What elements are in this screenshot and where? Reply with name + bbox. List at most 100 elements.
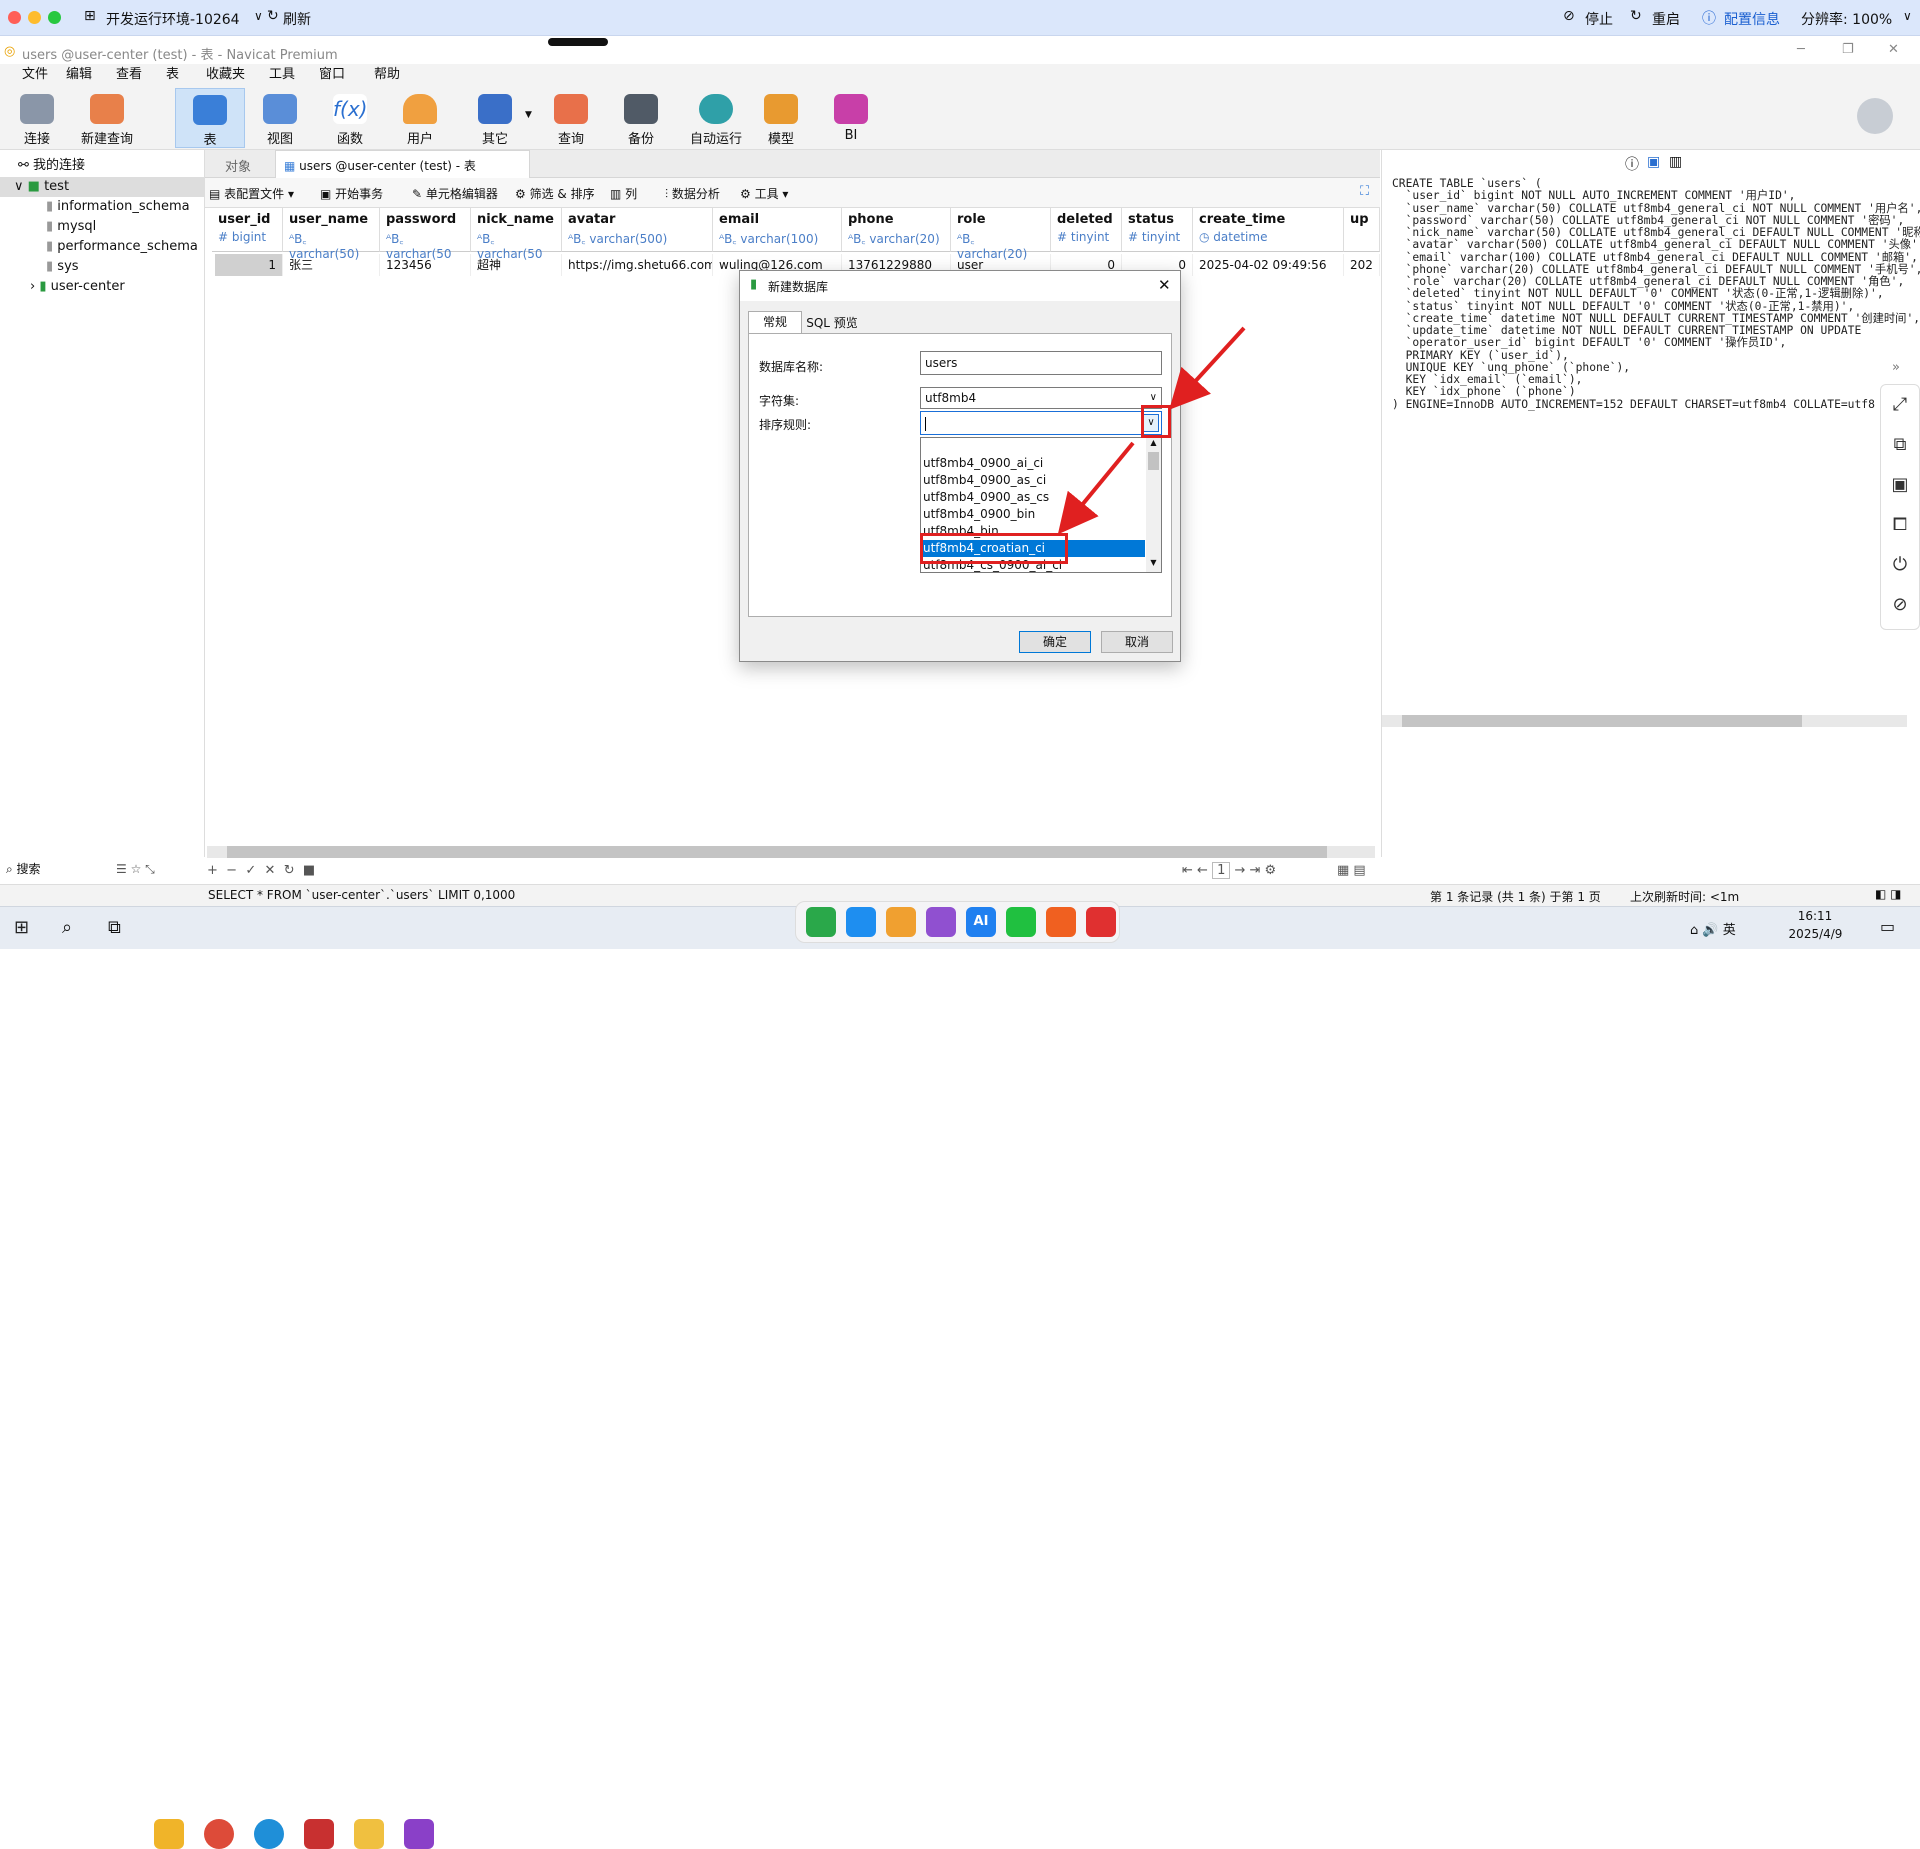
column-header[interactable]: nick_name ᴬB꜀ varchar(50 [471, 208, 562, 261]
hide-icon[interactable]: ⊘ [1882, 587, 1918, 623]
grid-view-icon[interactable]: ▦ ▤ [1337, 860, 1366, 882]
discard-icon[interactable]: ✕ [265, 863, 276, 878]
menu-tools[interactable]: 工具 [269, 64, 295, 86]
info-icon[interactable]: ⓘ [1702, 8, 1716, 28]
charset-select[interactable]: utf8mb4 ∨ [920, 387, 1162, 409]
chevron-down-icon[interactable]: ∨ [254, 9, 263, 23]
column-header[interactable]: phone ᴬB꜀ varchar(20) [842, 208, 951, 252]
tab-objects[interactable]: 对象 [225, 156, 251, 175]
minimize-dot[interactable] [28, 11, 41, 24]
collation-option[interactable]: utf8mb4_0900_ai_ci [921, 455, 1145, 472]
maximize-dot[interactable] [48, 11, 61, 24]
minimize-icon[interactable]: ─ [1797, 42, 1805, 57]
info-icon[interactable]: ⓘ [1625, 154, 1639, 174]
task-view-icon[interactable]: ⧉ [108, 917, 121, 938]
filter-sort-button[interactable]: ⚙ 筛选 & 排序 [515, 185, 595, 202]
power-icon[interactable] [1086, 907, 1116, 937]
close-icon[interactable]: ✕ [1888, 42, 1899, 57]
dropdown-arrow-icon[interactable]: ▼ [525, 110, 532, 120]
tree-item-mysql[interactable]: ▮ mysql [0, 217, 205, 237]
apply-icon[interactable]: ✓ [245, 863, 256, 878]
dock-app-icon[interactable] [846, 907, 876, 937]
expand-icon[interactable]: ⛶ [1360, 184, 1369, 199]
chrome-icon[interactable] [204, 1819, 234, 1849]
column-header[interactable]: password ᴬB꜀ varchar(50 [380, 208, 471, 261]
tree-item-sys[interactable]: ▮ sys [0, 257, 205, 277]
backup-button[interactable]: 备份 [606, 88, 676, 148]
dock-app-icon[interactable] [806, 907, 836, 937]
close-dot[interactable] [8, 11, 21, 24]
filter-icon[interactable]: ☰ ☆ ⤡ [116, 858, 155, 880]
other-button[interactable]: 其它 [460, 88, 530, 148]
delete-row-icon[interactable]: − [226, 863, 237, 878]
tree-item-information-schema[interactable]: ▮ information_schema [0, 197, 205, 217]
cell-editor-button[interactable]: ✎ 单元格编辑器 [412, 185, 498, 202]
refresh-icon[interactable]: ↻ [284, 863, 295, 878]
restore-icon[interactable]: ❐ [1842, 42, 1854, 57]
tools-menu-button[interactable]: ⚙ 工具 ▾ [740, 185, 788, 202]
tree-item-user-center[interactable]: › ▮ user-center [0, 277, 205, 297]
copy-icon[interactable]: ⧠ [1882, 507, 1918, 543]
cancel-button[interactable]: 取消 [1101, 631, 1173, 653]
restart-icon[interactable]: ↻ [1630, 8, 1642, 24]
column-header[interactable]: create_time ◷ datetime [1193, 208, 1344, 252]
ok-button[interactable]: 确定 [1019, 631, 1091, 653]
search-icon[interactable]: ⌕ [62, 917, 72, 938]
collation-combobox[interactable]: ∨ [920, 411, 1162, 435]
scroll-up-icon[interactable]: ▲ [1146, 438, 1161, 452]
columns-button[interactable]: ▥ 列 [610, 185, 637, 202]
column-header[interactable]: deleted # tinyint [1051, 208, 1122, 252]
scrollbar-thumb[interactable] [1148, 452, 1159, 470]
chevron-down-icon[interactable]: ∨ [1903, 9, 1912, 23]
panel-icon[interactable]: ▣ [1882, 467, 1918, 503]
close-icon[interactable]: ✕ [1158, 276, 1171, 294]
collation-option[interactable]: utf8mb4_0900_as_cs [921, 489, 1145, 506]
column-header[interactable]: user_id # bigint [212, 208, 283, 252]
model-button[interactable]: 模型 [746, 88, 816, 148]
data-analysis-button[interactable]: ⫶ 数据分析 [665, 185, 720, 202]
cell[interactable]: https://img.shetu66.com [562, 254, 713, 276]
fullscreen-icon[interactable]: ⤢ [1882, 387, 1918, 423]
ddl-icon[interactable]: ▣ [1647, 154, 1660, 170]
view-button[interactable]: 视图 [245, 88, 315, 148]
env-selector[interactable]: 开发运行环境-10264 [106, 9, 240, 29]
column-header[interactable]: email ᴬB꜀ varchar(100) [713, 208, 842, 252]
tray-icons[interactable]: ⌂ 🔊 英 [1690, 919, 1736, 938]
resolution-select[interactable]: 分辨率: 100% [1801, 9, 1892, 29]
column-header[interactable]: up [1344, 208, 1380, 252]
chat-icon[interactable] [1006, 907, 1036, 937]
cell[interactable]: 张三 [283, 254, 380, 276]
navicat-icon[interactable] [354, 1819, 384, 1849]
tab-sql-preview[interactable]: SQL 预览 [802, 313, 862, 333]
begin-transaction-button[interactable]: ▣ 开始事务 [320, 185, 383, 202]
restart-button[interactable]: 重启 [1652, 9, 1680, 29]
tree-item-test[interactable]: ∨ ■ test [0, 177, 205, 197]
refresh-icon[interactable]: ↻ [267, 8, 279, 24]
dock-app-icon[interactable] [886, 907, 916, 937]
stop-icon[interactable]: ⊘ [1563, 8, 1575, 24]
menu-table[interactable]: 表 [166, 64, 179, 86]
cell[interactable]: 1 [215, 254, 283, 276]
horizontal-scrollbar[interactable] [1382, 715, 1907, 727]
tab-users-table[interactable]: ▦ users @user-center (test) - 表 [275, 150, 530, 178]
stop-button[interactable]: 停止 [1585, 9, 1613, 29]
automation-button[interactable]: 自动运行 [676, 88, 756, 148]
config-button[interactable]: 配置信息 [1724, 9, 1780, 29]
split-icon[interactable]: ⧉ [1882, 427, 1918, 463]
avatar[interactable] [1857, 98, 1893, 134]
table-profile-button[interactable]: ▤ 表配置文件 ▾ [209, 185, 294, 202]
app-icon[interactable] [304, 1819, 334, 1849]
new-query-button[interactable]: 新建查询 [72, 88, 142, 148]
tree-root[interactable]: ⚯ 我的连接 [0, 156, 205, 176]
double-chevron-icon[interactable]: » [1892, 360, 1900, 375]
column-header[interactable]: avatar ᴬB꜀ varchar(500) [562, 208, 713, 252]
refresh-button[interactable]: 刷新 [283, 9, 311, 29]
ai-icon[interactable]: AI [966, 907, 996, 937]
pagination[interactable]: ⇤ ← 1 → ⇥ ⚙ [1182, 860, 1276, 882]
menu-file[interactable]: 文件 [22, 64, 48, 86]
function-button[interactable]: f(x) 函数 [315, 88, 385, 148]
cell[interactable]: 超神 [471, 254, 562, 276]
column-header[interactable]: status # tinyint [1122, 208, 1193, 252]
add-row-icon[interactable]: + [207, 863, 218, 878]
stop-icon[interactable]: ■ [303, 863, 315, 878]
